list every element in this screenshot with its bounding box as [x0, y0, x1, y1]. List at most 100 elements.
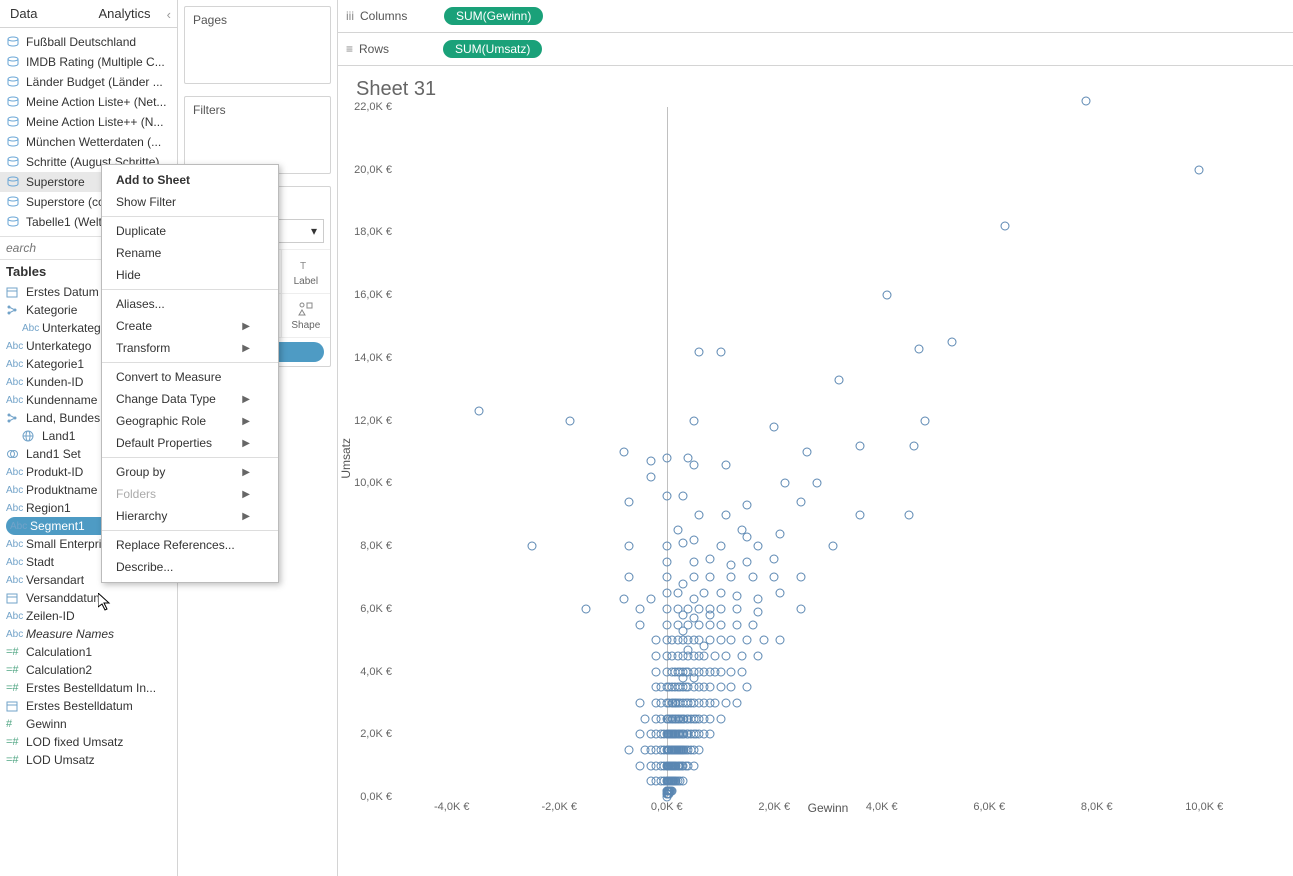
tab-data[interactable]: Data — [0, 0, 89, 27]
data-point[interactable] — [759, 636, 768, 645]
field-item[interactable]: =#Calculation1 — [0, 643, 177, 661]
data-point[interactable] — [695, 510, 704, 519]
chart-area[interactable]: Umsatz 22,0K €20,0K €18,0K €16,0K €14,0K… — [338, 107, 1293, 876]
data-point[interactable] — [732, 698, 741, 707]
data-point[interactable] — [1001, 222, 1010, 231]
data-point[interactable] — [695, 745, 704, 754]
menu-item[interactable]: Replace References... — [102, 534, 278, 556]
data-point[interactable] — [727, 683, 736, 692]
data-point[interactable] — [738, 526, 747, 535]
data-point[interactable] — [662, 557, 671, 566]
data-point[interactable] — [689, 557, 698, 566]
field-item[interactable]: =#Erstes Bestelldatum In... — [0, 679, 177, 697]
data-point[interactable] — [721, 698, 730, 707]
data-point[interactable] — [673, 589, 682, 598]
data-point[interactable] — [754, 651, 763, 660]
datasource-item[interactable]: IMDB Rating (Multiple C... — [0, 52, 177, 72]
data-point[interactable] — [635, 698, 644, 707]
data-point[interactable] — [700, 642, 709, 651]
columns-pill[interactable]: SUM(Gewinn) — [444, 7, 543, 25]
data-point[interactable] — [770, 573, 779, 582]
tab-analytics[interactable]: Analytics ‹ — [89, 0, 178, 27]
field-item[interactable]: AbcZeilen-ID — [0, 607, 177, 625]
datasource-item[interactable]: Fußball Deutschland — [0, 32, 177, 52]
menu-item[interactable]: Change Data Type▶ — [102, 388, 278, 410]
data-point[interactable] — [662, 793, 671, 802]
data-point[interactable] — [566, 416, 575, 425]
data-point[interactable] — [619, 448, 628, 457]
datasource-item[interactable]: München Wetterdaten (... — [0, 132, 177, 152]
data-point[interactable] — [716, 683, 725, 692]
data-point[interactable] — [652, 651, 661, 660]
menu-item[interactable]: Convert to Measure — [102, 366, 278, 388]
data-point[interactable] — [813, 479, 822, 488]
field-item[interactable]: =#LOD Umsatz — [0, 751, 177, 769]
menu-item[interactable]: Geographic Role▶ — [102, 410, 278, 432]
data-point[interactable] — [646, 595, 655, 604]
data-point[interactable] — [754, 595, 763, 604]
data-point[interactable] — [625, 745, 634, 754]
filters-shelf[interactable]: Filters — [184, 96, 331, 174]
data-point[interactable] — [727, 667, 736, 676]
data-point[interactable] — [721, 651, 730, 660]
data-point[interactable] — [705, 611, 714, 620]
data-point[interactable] — [727, 636, 736, 645]
data-point[interactable] — [695, 347, 704, 356]
data-point[interactable] — [738, 651, 747, 660]
data-point[interactable] — [689, 573, 698, 582]
data-point[interactable] — [635, 620, 644, 629]
data-point[interactable] — [910, 441, 919, 450]
data-point[interactable] — [695, 604, 704, 613]
menu-item[interactable]: Rename — [102, 242, 278, 264]
data-point[interactable] — [727, 573, 736, 582]
data-point[interactable] — [635, 604, 644, 613]
menu-item[interactable]: Default Properties▶ — [102, 432, 278, 454]
menu-item[interactable]: Create▶ — [102, 315, 278, 337]
data-point[interactable] — [705, 620, 714, 629]
data-point[interactable] — [904, 510, 913, 519]
data-point[interactable] — [802, 448, 811, 457]
data-point[interactable] — [716, 347, 725, 356]
data-point[interactable] — [700, 589, 709, 598]
data-point[interactable] — [700, 651, 709, 660]
data-point[interactable] — [662, 589, 671, 598]
menu-item[interactable]: Group by▶ — [102, 461, 278, 483]
menu-item[interactable]: Add to Sheet — [102, 169, 278, 191]
data-point[interactable] — [1194, 165, 1203, 174]
data-point[interactable] — [716, 589, 725, 598]
data-point[interactable] — [915, 344, 924, 353]
field-item[interactable]: #Gewinn — [0, 715, 177, 733]
data-point[interactable] — [705, 683, 714, 692]
field-item[interactable]: =#LOD fixed Umsatz — [0, 733, 177, 751]
data-point[interactable] — [770, 422, 779, 431]
data-point[interactable] — [689, 595, 698, 604]
data-point[interactable] — [797, 498, 806, 507]
data-point[interactable] — [721, 510, 730, 519]
data-point[interactable] — [625, 498, 634, 507]
data-point[interactable] — [781, 479, 790, 488]
rows-shelf[interactable]: ≡ Rows SUM(Umsatz) — [338, 33, 1293, 66]
datasource-item[interactable]: Meine Action Liste++ (N... — [0, 112, 177, 132]
data-point[interactable] — [678, 491, 687, 500]
data-point[interactable] — [775, 636, 784, 645]
data-point[interactable] — [689, 673, 698, 682]
field-item[interactable]: AbcMeasure Names — [0, 625, 177, 643]
data-point[interactable] — [716, 667, 725, 676]
data-point[interactable] — [705, 554, 714, 563]
data-point[interactable] — [797, 573, 806, 582]
data-point[interactable] — [641, 714, 650, 723]
data-point[interactable] — [743, 501, 752, 510]
scatter-plot[interactable]: 22,0K €20,0K €18,0K €16,0K €14,0K €12,0K… — [398, 107, 1258, 797]
data-point[interactable] — [754, 542, 763, 551]
data-point[interactable] — [732, 620, 741, 629]
data-point[interactable] — [673, 526, 682, 535]
pages-shelf[interactable]: Pages — [184, 6, 331, 84]
menu-item[interactable]: Describe... — [102, 556, 278, 578]
field-item[interactable]: Versanddatum — [0, 589, 177, 607]
data-point[interactable] — [797, 604, 806, 613]
data-point[interactable] — [652, 667, 661, 676]
data-point[interactable] — [684, 454, 693, 463]
data-point[interactable] — [920, 416, 929, 425]
data-point[interactable] — [748, 620, 757, 629]
data-point[interactable] — [732, 592, 741, 601]
